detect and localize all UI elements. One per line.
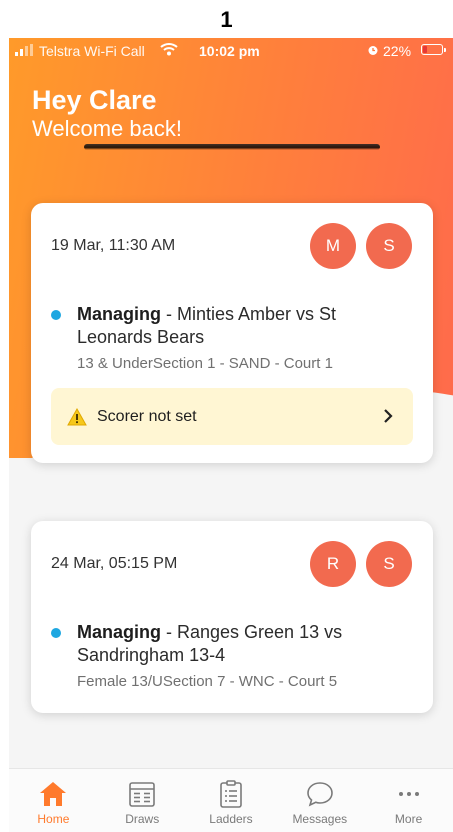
scorer-alert[interactable]: Scorer not set [51,388,413,445]
match-info: Managing - Minties Amber vs St Leonards … [51,303,416,372]
clipboard-icon [220,780,242,808]
role-badge-scorer[interactable]: S [366,541,412,587]
tab-home[interactable]: Home [9,769,98,832]
status-bar: Telstra Wi-Fi Call 10:02 pm 22% [9,38,453,64]
tab-label: More [394,812,423,826]
match-date: 24 Mar, 05:15 PM [51,555,178,572]
match-details: Female 13/USection 7 - WNC - Court 5 [77,673,338,690]
role-label: Managing [77,304,161,324]
match-title: Managing - Ranges Green 13 vs Sandringha… [77,622,343,665]
carrier-label: Telstra Wi-Fi Call [39,43,145,59]
tab-more[interactable]: More [364,769,453,832]
match-date: 19 Mar, 11:30 AM [51,237,176,254]
chat-bubble-icon [306,782,333,807]
page-number: 1 [0,0,453,38]
role-badge-referee[interactable]: R [310,541,356,587]
tab-label: Home [37,812,70,826]
tab-label: Ladders [209,812,253,826]
match-title: Managing - Minties Amber vs St Leonards … [77,304,337,347]
greeting: Hey Clare Welcome back! [32,84,182,142]
chevron-right-icon [384,409,393,423]
header-divider [84,144,380,150]
status-dot-icon [51,310,61,320]
greeting-subtitle: Welcome back! [32,116,182,141]
match-card[interactable]: 24 Mar, 05:15 PM R S Managing - Ranges G… [31,521,433,713]
match-details: 13 & UnderSection 1 - SAND - Court 1 [77,355,333,372]
role-label: Managing [77,622,161,642]
battery-fill [423,46,427,53]
alert-text: Scorer not set [97,407,197,425]
tab-bar: Home Draws Ladders Messages More [9,768,453,832]
match-info: Managing - Ranges Green 13 vs Sandringha… [51,621,416,690]
warning-icon [67,407,87,425]
match-card[interactable]: 19 Mar, 11:30 AM M S Managing - Minties … [31,203,433,463]
battery-percent: 22% [383,43,412,59]
signal-icon [15,44,33,56]
tab-label: Draws [125,812,160,826]
clock-time: 10:02 pm [199,43,260,59]
role-badge-scorer[interactable]: S [366,223,412,269]
tab-messages[interactable]: Messages [275,769,364,832]
role-badge-manager[interactable]: M [310,223,356,269]
home-icon [40,782,67,806]
greeting-title: Hey Clare [32,85,157,115]
calendar-icon [129,782,155,807]
tab-label: Messages [292,812,348,826]
tab-draws[interactable]: Draws [98,769,187,832]
battery-icon [421,44,446,55]
status-dot-icon [51,628,61,638]
app-screen: Telstra Wi-Fi Call 10:02 pm 22% Hey Clar… [9,38,453,832]
wifi-icon [160,43,178,56]
more-dots-icon [398,792,419,796]
alarm-icon [368,46,378,55]
tab-ladders[interactable]: Ladders [187,769,276,832]
